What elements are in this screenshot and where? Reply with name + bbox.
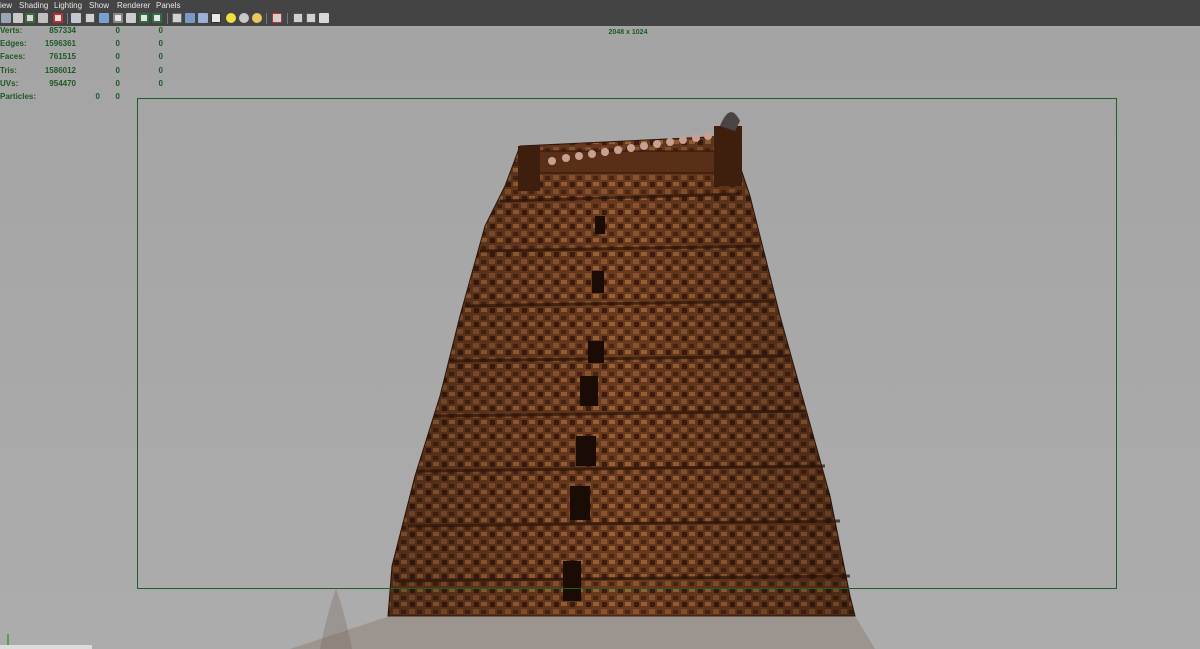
status-strip [0,645,92,649]
safe-action-icon[interactable] [152,13,162,23]
xray-joints-icon[interactable] [319,13,329,23]
hud-value: 0 [158,26,163,35]
textured-icon[interactable] [211,13,221,23]
resolution-gate-label: 2048 x 1024 [608,29,648,36]
hud-row: Faces: 761515 0 0 [0,52,170,65]
field-chart-icon[interactable] [139,13,149,23]
menu-panels[interactable]: Panels [156,0,180,11]
isolate-select-icon[interactable] [293,13,303,23]
camera-attributes-icon[interactable] [13,13,23,23]
grease-pencil-icon[interactable] [53,13,63,23]
image-plane-icon[interactable] [38,13,48,23]
use-all-lights-icon[interactable] [226,13,236,23]
hud-value: 0 [158,66,163,75]
motion-blur-icon[interactable] [272,13,282,23]
wireframe-on-shaded-icon[interactable] [198,13,208,23]
viewport-panel[interactable]: Verts: 857334 0 0 Edges: 1596361 0 0 Fac… [0,26,1200,649]
reflection-tower [320,589,352,649]
wireframe-icon[interactable] [172,13,182,23]
hud-row: Verts: 857334 0 0 [0,26,170,39]
hud-value: 0 [158,39,163,48]
menu-bar: iew Shading Lighting Show Renderer Panel… [0,0,1200,11]
menu-show[interactable]: Show [89,0,109,11]
resolution-gate-icon[interactable] [113,13,123,23]
menu-lighting[interactable]: Lighting [54,0,82,11]
screen-space-ao-icon[interactable] [252,13,262,23]
2d-pan-zoom-icon[interactable] [71,13,81,23]
grid-icon[interactable] [85,13,95,23]
menu-shading[interactable]: Shading [19,0,48,11]
hud-row: Edges: 1596361 0 0 [0,39,170,52]
hud-row: UVs: 954470 0 0 [0,79,170,92]
shadows-icon[interactable] [239,13,249,23]
film-gate-icon[interactable] [99,13,109,23]
hud-row: Tris: 1586012 0 0 [0,66,170,79]
hud-value: 0 [115,92,120,101]
smooth-shade-icon[interactable] [185,13,195,23]
menu-view[interactable]: iew [0,0,12,11]
hud-value: 0 [158,79,163,88]
panel-toolbar [0,11,1200,27]
gate-mask-icon[interactable] [126,13,136,23]
resolution-gate-frame [137,98,1117,589]
model-reflection [290,616,875,649]
menu-renderer[interactable]: Renderer [117,0,150,11]
select-camera-icon[interactable] [1,13,11,23]
hud-value: 0 [158,52,163,61]
bookmark-icon[interactable] [25,13,35,23]
xray-icon[interactable] [306,13,316,23]
